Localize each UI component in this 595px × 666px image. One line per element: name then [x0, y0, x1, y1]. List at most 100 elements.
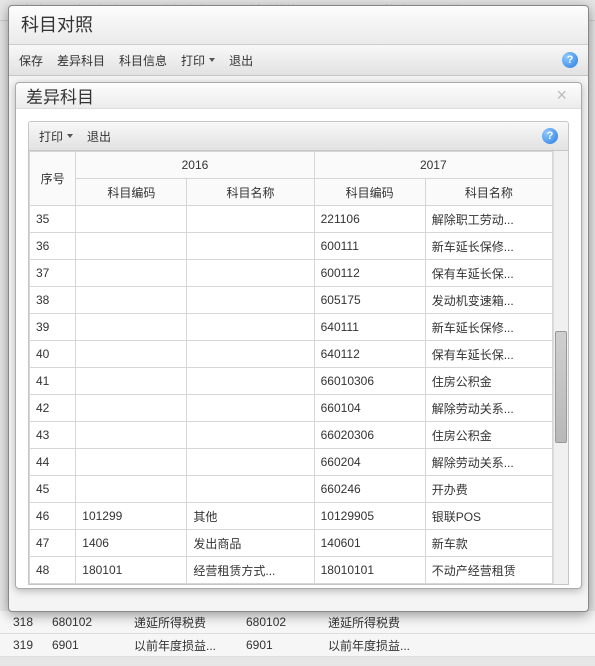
cell-name1 — [187, 341, 314, 368]
cell-code1 — [76, 206, 187, 233]
cell-code2: 660204 — [314, 449, 425, 476]
cell-name1: 发出商品 — [187, 530, 314, 557]
col-name1-header: 科目名称 — [187, 179, 314, 206]
subject-info-button[interactable]: 科目信息 — [119, 52, 167, 69]
cell-name2: 银联POS — [425, 503, 552, 530]
table-row[interactable]: 41 66010306住房公积金 — [30, 368, 553, 395]
cell-seq: 43 — [30, 422, 76, 449]
cell-code1 — [76, 341, 187, 368]
cell-name2: 保有车延长保... — [425, 260, 552, 287]
cell-code2: 140601 — [314, 530, 425, 557]
table-row[interactable]: 42 660104解除劳动关系... — [30, 395, 553, 422]
inner-dialog-title: 差异科目 — [26, 83, 94, 108]
table-row[interactable]: 37 600112保有车延长保... — [30, 260, 553, 287]
bg-cell-code: 6901 — [46, 638, 128, 652]
close-icon[interactable]: × — [552, 85, 571, 106]
cell-seq: 37 — [30, 260, 76, 287]
cell-seq: 44 — [30, 449, 76, 476]
cell-code2: 660246 — [314, 476, 425, 503]
cell-name2: 解除劳动关系... — [425, 395, 552, 422]
vertical-scrollbar[interactable] — [553, 151, 568, 584]
cell-code1 — [76, 476, 187, 503]
cell-name1 — [187, 449, 314, 476]
table-row[interactable]: 36600111新车延长保修... — [30, 233, 553, 260]
bg-table-row: 319 6901 以前年度损益... 6901 以前年度损益... — [0, 634, 595, 657]
cell-code1: 180101 — [76, 557, 187, 584]
cell-code2: 66020306 — [314, 422, 425, 449]
save-button[interactable]: 保存 — [19, 52, 43, 69]
inner-dialog-titlebar: 差异科目 × — [16, 83, 581, 109]
exit-label: 退出 — [87, 128, 111, 145]
cell-code1 — [76, 422, 187, 449]
cell-code2: 600112 — [314, 260, 425, 287]
table-row[interactable]: 471406发出商品140601新车款 — [30, 530, 553, 557]
cell-code2: 640111 — [314, 314, 425, 341]
cell-code2: 18010101 — [314, 557, 425, 584]
cell-seq: 40 — [30, 341, 76, 368]
cell-code1 — [76, 233, 187, 260]
cell-name2: 住房公积金 — [425, 368, 552, 395]
chevron-down-icon — [209, 58, 215, 62]
bg-table-row: 318 680102 递延所得税费 680102 递延所得税费 — [0, 611, 595, 634]
col-seq-header: 序号 — [30, 152, 76, 206]
cell-code1 — [76, 314, 187, 341]
exit-button[interactable]: 退出 — [229, 52, 253, 69]
cell-name2: 新车延长保修... — [425, 233, 552, 260]
help-icon[interactable]: ? — [562, 52, 578, 68]
cell-name2: 不动产经营租赁 — [425, 557, 552, 584]
cell-name2: 新车款 — [425, 530, 552, 557]
table-row[interactable]: 46101299其他10129905银联POS — [30, 503, 553, 530]
cell-code1 — [76, 368, 187, 395]
scrollbar-thumb[interactable] — [555, 331, 567, 443]
exit-button[interactable]: 退出 — [87, 128, 111, 145]
cell-code2: 66010306 — [314, 368, 425, 395]
diff-label: 差异科目 — [57, 52, 105, 69]
cell-name1 — [187, 422, 314, 449]
cell-seq: 45 — [30, 476, 76, 503]
cell-name1 — [187, 395, 314, 422]
cell-seq: 41 — [30, 368, 76, 395]
cell-name1 — [187, 260, 314, 287]
cell-seq: 38 — [30, 287, 76, 314]
print-button[interactable]: 打印 — [181, 52, 215, 69]
cell-code1: 1406 — [76, 530, 187, 557]
cell-code2: 10129905 — [314, 503, 425, 530]
outer-toolbar: 保存 差异科目 科目信息 打印 退出 ? — [9, 45, 588, 76]
cell-code1 — [76, 449, 187, 476]
outer-dialog-title: 科目对照 — [9, 6, 588, 45]
cell-code1 — [76, 260, 187, 287]
cell-code2: 600111 — [314, 233, 425, 260]
table-row[interactable]: 4366020306住房公积金 — [30, 422, 553, 449]
table-row[interactable]: 35221106解除职工劳动... — [30, 206, 553, 233]
help-icon[interactable]: ? — [542, 128, 558, 144]
chevron-down-icon — [67, 134, 73, 138]
cell-name2: 保有车延长保... — [425, 341, 552, 368]
cell-name2: 开办费 — [425, 476, 552, 503]
table-row[interactable]: 44 660204解除劳动关系... — [30, 449, 553, 476]
table-row[interactable]: 40640112保有车延长保... — [30, 341, 553, 368]
bg-cell-code: 680102 — [46, 615, 128, 629]
cell-seq: 42 — [30, 395, 76, 422]
cell-name1 — [187, 476, 314, 503]
cell-seq: 39 — [30, 314, 76, 341]
cell-name1 — [187, 287, 314, 314]
table-row[interactable]: 39640111新车延长保修... — [30, 314, 553, 341]
cell-code2: 660104 — [314, 395, 425, 422]
cell-name2: 解除职工劳动... — [425, 206, 552, 233]
cell-name2: 解除劳动关系... — [425, 449, 552, 476]
cell-name1: 其他 — [187, 503, 314, 530]
print-button[interactable]: 打印 — [39, 128, 73, 145]
cell-code2: 221106 — [314, 206, 425, 233]
col-code2-header: 科目编码 — [314, 179, 425, 206]
cell-code2: 605175 — [314, 287, 425, 314]
diff-subject-button[interactable]: 差异科目 — [57, 52, 105, 69]
cell-seq: 47 — [30, 530, 76, 557]
table-row[interactable]: 45 660246开办费 — [30, 476, 553, 503]
table-row[interactable]: 48180101经营租赁方式...18010101不动产经营租赁 — [30, 557, 553, 584]
bg-cell-seq: 319 — [0, 638, 46, 652]
cell-code1: 101299 — [76, 503, 187, 530]
inner-dialog-diff-subject: 差异科目 × 打印 退出 ? — [15, 82, 582, 589]
bg-cell-code2: 680102 — [240, 615, 322, 629]
table-row[interactable]: 38605175发动机变速箱... — [30, 287, 553, 314]
bg-cell-name: 递延所得税费 — [128, 614, 240, 631]
